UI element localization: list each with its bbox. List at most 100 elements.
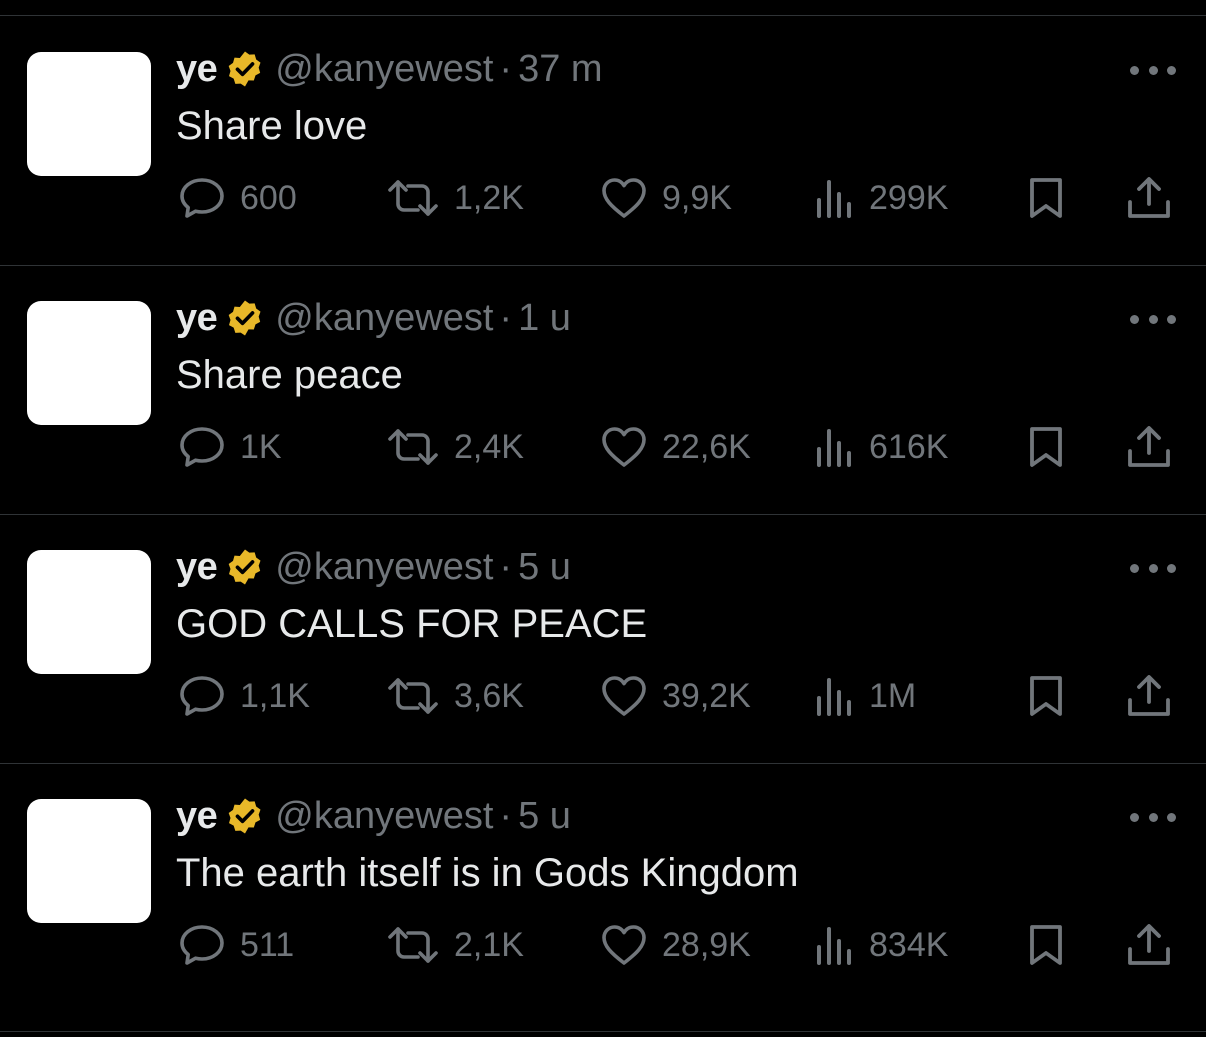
bookmark-button[interactable] bbox=[1024, 176, 1068, 220]
more-options-icon[interactable] bbox=[1130, 807, 1176, 827]
reply-button[interactable]: 1,1K bbox=[178, 674, 310, 718]
like-count: 39,2K bbox=[662, 676, 751, 715]
share-icon bbox=[1128, 426, 1170, 467]
handle[interactable]: @kanyewest bbox=[275, 795, 493, 838]
tweet-text: GOD CALLS FOR PEACE bbox=[176, 602, 648, 646]
view-count: 1M bbox=[869, 676, 917, 715]
separator-dot: · bbox=[499, 794, 513, 837]
reply-button[interactable]: 1K bbox=[178, 425, 282, 469]
timestamp[interactable]: 5 u bbox=[518, 795, 571, 838]
tweet[interactable]: ye @kanyewest · 5 u GOD CALLS FOR PEACE … bbox=[0, 514, 1206, 762]
like-button[interactable]: 28,9K bbox=[600, 923, 751, 967]
tweet-text: Share love bbox=[176, 104, 368, 148]
like-count: 22,6K bbox=[662, 427, 751, 466]
views-button[interactable]: 299K bbox=[815, 176, 948, 220]
repost-icon bbox=[388, 180, 438, 216]
heart-icon bbox=[602, 925, 646, 965]
heart-icon bbox=[602, 676, 646, 716]
reply-icon bbox=[180, 925, 224, 965]
view-count: 299K bbox=[869, 178, 949, 217]
view-count: 616K bbox=[869, 427, 949, 466]
display-name[interactable]: ye bbox=[176, 546, 218, 589]
handle[interactable]: @kanyewest bbox=[275, 546, 493, 589]
avatar[interactable] bbox=[27, 550, 151, 674]
repost-count: 2,1K bbox=[454, 925, 524, 964]
tweet-header: ye @kanyewest · 5 u bbox=[176, 791, 571, 841]
tweet-header: ye @kanyewest · 5 u bbox=[176, 542, 571, 592]
bookmark-icon bbox=[1030, 925, 1062, 965]
bookmark-icon bbox=[1030, 178, 1062, 218]
reply-icon bbox=[180, 427, 224, 467]
repost-button[interactable]: 1,2K bbox=[386, 176, 524, 220]
views-button[interactable]: 834K bbox=[815, 923, 948, 967]
like-button[interactable]: 22,6K bbox=[600, 425, 751, 469]
like-count: 28,9K bbox=[662, 925, 751, 964]
divider bbox=[0, 1031, 1206, 1032]
bookmark-icon bbox=[1030, 427, 1062, 467]
repost-icon bbox=[388, 927, 438, 963]
separator-dot: · bbox=[499, 296, 513, 339]
tweet-text: Share peace bbox=[176, 353, 403, 397]
reply-count: 1,1K bbox=[240, 676, 310, 715]
heart-icon bbox=[602, 427, 646, 467]
views-icon bbox=[817, 429, 851, 467]
bookmark-button[interactable] bbox=[1024, 674, 1068, 718]
more-options-icon[interactable] bbox=[1130, 558, 1176, 578]
repost-count: 1,2K bbox=[454, 178, 524, 217]
verified-badge-icon bbox=[225, 298, 265, 338]
heart-icon bbox=[602, 178, 646, 218]
tweet[interactable]: ye @kanyewest · 37 m Share love 600 1,2K… bbox=[0, 16, 1206, 264]
repost-button[interactable]: 2,4K bbox=[386, 425, 524, 469]
avatar[interactable] bbox=[27, 799, 151, 923]
repost-button[interactable]: 2,1K bbox=[386, 923, 524, 967]
repost-button[interactable]: 3,6K bbox=[386, 674, 524, 718]
repost-icon bbox=[388, 429, 438, 465]
bookmark-button[interactable] bbox=[1024, 425, 1068, 469]
handle[interactable]: @kanyewest bbox=[275, 48, 493, 91]
view-count: 834K bbox=[869, 925, 949, 964]
handle[interactable]: @kanyewest bbox=[275, 297, 493, 340]
more-options-icon[interactable] bbox=[1130, 60, 1176, 80]
bookmark-icon bbox=[1030, 676, 1062, 716]
reply-button[interactable]: 600 bbox=[178, 176, 297, 220]
display-name[interactable]: ye bbox=[176, 297, 218, 340]
share-button[interactable] bbox=[1126, 176, 1170, 220]
share-icon bbox=[1128, 924, 1170, 965]
verified-badge-icon bbox=[225, 796, 265, 836]
more-options-icon[interactable] bbox=[1130, 309, 1176, 329]
bookmark-button[interactable] bbox=[1024, 923, 1068, 967]
share-button[interactable] bbox=[1126, 425, 1170, 469]
views-icon bbox=[817, 180, 851, 218]
tweet[interactable]: ye @kanyewest · 1 u Share peace 1K 2,4K … bbox=[0, 265, 1206, 513]
reply-count: 511 bbox=[240, 925, 295, 964]
repost-count: 3,6K bbox=[454, 676, 524, 715]
reply-count: 600 bbox=[240, 178, 297, 217]
tweet[interactable]: ye @kanyewest · 5 u The earth itself is … bbox=[0, 763, 1206, 1011]
avatar[interactable] bbox=[27, 52, 151, 176]
verified-badge-icon bbox=[225, 547, 265, 587]
like-button[interactable]: 9,9K bbox=[600, 176, 732, 220]
timestamp[interactable]: 1 u bbox=[518, 297, 571, 340]
views-button[interactable]: 616K bbox=[815, 425, 948, 469]
like-button[interactable]: 39,2K bbox=[600, 674, 751, 718]
views-icon bbox=[817, 927, 851, 965]
avatar[interactable] bbox=[27, 301, 151, 425]
share-button[interactable] bbox=[1126, 674, 1170, 718]
repost-count: 2,4K bbox=[454, 427, 524, 466]
views-button[interactable]: 1M bbox=[815, 674, 916, 718]
tweet-header: ye @kanyewest · 37 m bbox=[176, 44, 603, 94]
timestamp[interactable]: 37 m bbox=[518, 48, 602, 91]
reply-icon bbox=[180, 676, 224, 716]
views-icon bbox=[817, 678, 851, 716]
tweet-header: ye @kanyewest · 1 u bbox=[176, 293, 571, 343]
tweet-text: The earth itself is in Gods Kingdom bbox=[176, 851, 799, 895]
separator-dot: · bbox=[499, 545, 513, 588]
reply-icon bbox=[180, 178, 224, 218]
share-icon bbox=[1128, 675, 1170, 716]
reply-count: 1K bbox=[240, 427, 282, 466]
display-name[interactable]: ye bbox=[176, 48, 218, 91]
share-button[interactable] bbox=[1126, 923, 1170, 967]
timestamp[interactable]: 5 u bbox=[518, 546, 571, 589]
reply-button[interactable]: 511 bbox=[178, 923, 294, 967]
display-name[interactable]: ye bbox=[176, 795, 218, 838]
